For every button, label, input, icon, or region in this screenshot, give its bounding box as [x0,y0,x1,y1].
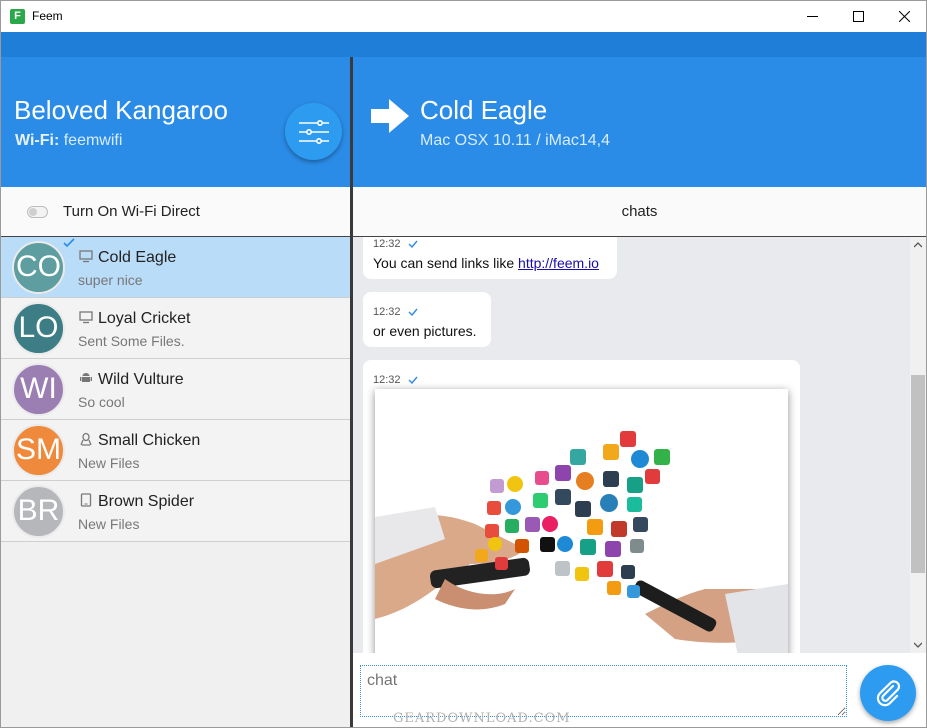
wifi-name: feemwifi [63,132,123,149]
peer-status: So cool [78,394,125,410]
message-image[interactable] [375,389,788,653]
arrow-right-icon [371,99,409,133]
wifi-direct-bar: Turn On Wi-Fi Direct [1,187,350,237]
avatar: LO [12,302,65,355]
peer-name: Brown Spider [98,493,195,510]
desktop-icon [79,250,93,263]
linux-icon [80,432,92,446]
peer-header: Cold Eagle Mac OSX 10.11 / iMac14,4 [353,57,926,187]
message-time: 12:32 [373,374,401,386]
peer-status: New Files [78,516,140,532]
message-link[interactable]: http://feem.io [518,255,599,271]
minimize-icon [806,16,818,17]
avatar: SM [12,424,65,477]
tab-chats[interactable]: chats [353,203,926,220]
tab-bar: chats [353,187,926,237]
avatar: CO [12,241,65,294]
message-bubble: 12:32 or even pictures. [363,292,491,347]
check-icon [408,308,418,316]
tablet-icon [80,493,92,507]
message-text-body: You can send links like [373,255,519,271]
check-icon [63,238,75,248]
chat-scrollbar[interactable] [910,237,926,653]
app-window: F Feem Beloved Kangaroo Wi-Fi: feemwifi [0,0,927,728]
message-time: 12:32 [373,238,401,250]
maximize-button[interactable] [835,1,881,32]
peer-status: super nice [78,272,143,288]
desktop-icon [79,311,93,324]
phones-app-icons-image [375,389,788,653]
peer-item[interactable]: SM Small Chicken New Files [1,420,350,481]
peer-list: CO Cold Eagle super nice LO Loyal Cricke… [1,237,350,727]
close-button[interactable] [881,1,926,32]
scroll-up-icon[interactable] [914,242,922,248]
wifi-direct-label: Turn On Wi-Fi Direct [63,203,200,220]
avatar: BR [12,485,65,538]
peer-name: Loyal Cricket [98,310,191,327]
message-time: 12:32 [373,306,401,318]
peer-name: Wild Vulture [98,371,184,388]
peer-status: New Files [78,455,140,471]
message-text: or even pictures. [373,323,477,339]
peer-name: Cold Eagle [98,249,177,266]
wifi-label: Wi-Fi: [15,132,60,149]
chat-messages: 12:32 You can send links like http://fee… [353,237,910,653]
scroll-down-icon[interactable] [914,642,922,648]
avatar: WI [12,363,65,416]
check-icon [408,240,418,248]
android-icon [80,373,92,382]
watermark: GEARDOWNLOAD.COM [393,711,571,726]
peer-item[interactable]: CO Cold Eagle super nice [1,237,350,298]
peer-item[interactable]: BR Brown Spider New Files [1,481,350,542]
maximize-icon [852,11,864,22]
peer-platform: Mac OSX 10.11 / iMac14,4 [420,132,611,149]
close-icon [898,11,910,22]
paperclip-icon [876,680,901,707]
message-bubble: 12:32 You can send links like http://fee… [363,237,617,279]
attach-button[interactable] [860,665,916,721]
peer-title: Cold Eagle [420,95,548,125]
window-title: Feem [32,9,63,23]
check-icon [408,376,418,384]
title-bar: F Feem [1,1,926,32]
settings-button[interactable] [285,103,342,160]
wifi-direct-toggle[interactable] [27,206,48,218]
chat-input[interactable] [360,665,847,717]
peer-item[interactable]: LO Loyal Cricket Sent Some Files. [1,298,350,359]
message-bubble: 12:32 [363,360,800,653]
wifi-info: Wi-Fi: feemwifi [15,132,122,150]
minimize-button[interactable] [789,1,835,32]
feem-logo-icon: F [10,9,25,24]
peer-name: Small Chicken [98,432,201,449]
peer-item[interactable]: WI Wild Vulture So cool [1,359,350,420]
scroll-thumb[interactable] [911,375,925,573]
message-text: You can send links like http://feem.io [373,255,599,271]
peer-status: Sent Some Files. [78,333,185,349]
sliders-icon [298,119,329,144]
header-strip [1,32,926,57]
local-device-name: Beloved Kangaroo [14,95,228,125]
